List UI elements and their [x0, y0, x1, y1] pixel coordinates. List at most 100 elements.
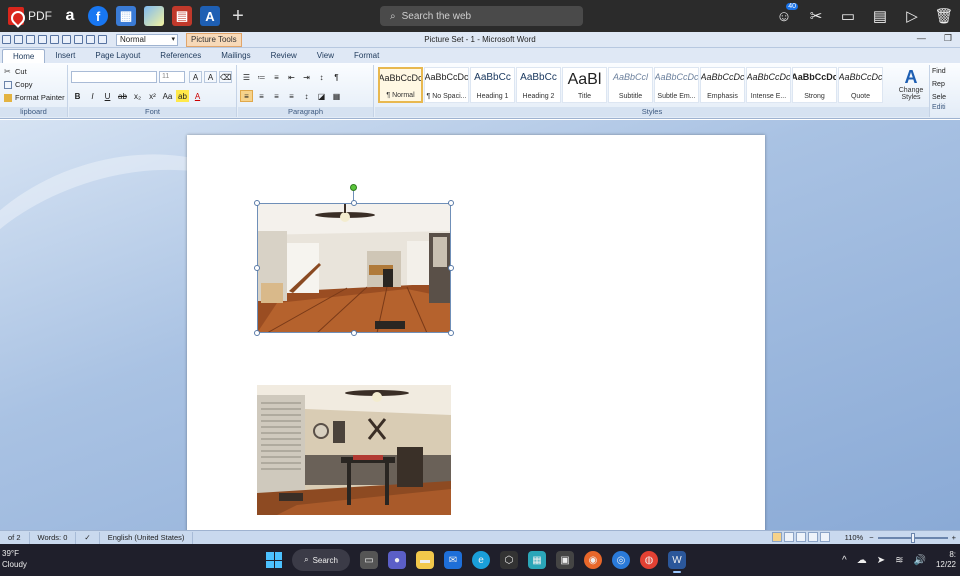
font-color-button[interactable]: A [191, 90, 204, 102]
save-icon[interactable] [2, 35, 11, 44]
edge-icon[interactable]: e [472, 551, 490, 569]
resize-handle-top[interactable] [351, 200, 357, 206]
page-count[interactable]: of 2 [0, 531, 30, 544]
italic-button[interactable]: I [86, 90, 99, 102]
task-view-icon[interactable]: ▭ [360, 551, 378, 569]
resize-handle-bottom[interactable] [351, 330, 357, 336]
tab-references[interactable]: References [150, 49, 211, 63]
style-tile[interactable]: AaBbCc Heading 1 [470, 67, 515, 103]
resize-handle-left[interactable] [254, 265, 260, 271]
new-icon[interactable] [62, 35, 71, 44]
mail-icon[interactable]: ✉ [444, 551, 462, 569]
quick-style-combo[interactable]: Normal [116, 33, 178, 46]
window-app-icon[interactable] [144, 6, 164, 26]
subscript-button[interactable]: x₂ [131, 90, 144, 102]
restore-icon[interactable]: ❐ [944, 33, 952, 44]
multilevel-list-button[interactable]: ≡ [270, 71, 283, 83]
document-page[interactable] [187, 135, 765, 530]
clear-formatting-button[interactable]: ⌫ [219, 71, 232, 83]
style-tile[interactable]: AaBbCcDc ¶ No Spaci... [424, 67, 469, 103]
a-app-icon[interactable]: A [200, 6, 220, 26]
print-layout-view-icon[interactable] [772, 532, 782, 542]
living-room-photo[interactable] [257, 203, 451, 333]
tab-page-layout[interactable]: Page Layout [85, 49, 150, 63]
clock[interactable]: 8: 12/22 [936, 550, 956, 570]
font-name-combo[interactable] [71, 71, 157, 83]
camera-app-icon[interactable]: ◎ [612, 551, 630, 569]
change-case-button[interactable]: Aa [161, 90, 174, 102]
style-tile[interactable]: AaBl Title [562, 67, 607, 103]
change-styles-button[interactable]: A Change Styles [893, 67, 929, 107]
open-icon[interactable] [50, 35, 59, 44]
resize-handle-top-right[interactable] [448, 200, 454, 206]
sort-button[interactable]: ↕ [315, 71, 328, 83]
style-tile[interactable]: AaBbCcDc Intense E... [746, 67, 791, 103]
zoom-slider[interactable] [877, 533, 948, 543]
file-explorer-icon[interactable]: ▬ [416, 551, 434, 569]
zoom-level[interactable]: 110% [843, 532, 866, 544]
style-tile[interactable]: AaBbCcDc Subtle Em... [654, 67, 699, 103]
decrease-indent-button[interactable]: ⇤ [285, 71, 298, 83]
align-left-button[interactable]: ≡ [240, 90, 253, 102]
store-bag-icon[interactable]: ▣ [556, 551, 574, 569]
picture-tools-tab[interactable]: Picture Tools [186, 32, 242, 47]
web-search-input[interactable]: ⌕ Search the web [380, 6, 583, 26]
style-tile[interactable]: AaBbCcDc Emphasis [700, 67, 745, 103]
replace-button[interactable]: Rep [932, 78, 960, 91]
show-marks-button[interactable]: ¶ [330, 71, 343, 83]
tab-home[interactable]: Home [2, 49, 46, 63]
media-app-icon[interactable]: ▤ [172, 6, 192, 26]
word-taskbar-icon[interactable]: W [668, 551, 686, 573]
highlight-button[interactable]: ab [176, 90, 189, 102]
amazon-icon[interactable]: a [60, 6, 80, 26]
style-tile[interactable]: AaBbCcDc Strong [792, 67, 837, 103]
weather-widget[interactable]: 39°F Cloudy [2, 548, 27, 570]
zoom-slider-thumb[interactable] [911, 533, 916, 543]
play-icon[interactable]: ▷ [902, 6, 922, 26]
word-count[interactable]: Words: 0 [30, 531, 77, 544]
font-size-combo[interactable]: 11 [159, 71, 185, 83]
calculator-icon[interactable]: ▦ [116, 6, 136, 26]
style-tile[interactable]: AaBbCcl Subtitle [608, 67, 653, 103]
style-tile[interactable]: AaBbCcDc Quote [838, 67, 883, 103]
print-icon[interactable] [38, 35, 47, 44]
strikethrough-button[interactable]: ab [116, 90, 129, 102]
shrink-font-button[interactable]: A [204, 71, 217, 83]
web-layout-view-icon[interactable] [796, 532, 806, 542]
draft-view-icon[interactable] [820, 532, 830, 542]
undo-icon[interactable] [14, 35, 23, 44]
underline-button[interactable]: U [101, 90, 114, 102]
numbering-button[interactable]: ≔ [255, 71, 268, 83]
align-center-button[interactable]: ≡ [255, 90, 268, 102]
cube-app-icon[interactable]: ⬡ [500, 551, 518, 569]
tab-review[interactable]: Review [261, 49, 307, 63]
notifications-icon[interactable]: ☺ 40 [774, 3, 798, 26]
store-grid-icon[interactable]: ▦ [528, 551, 546, 569]
outline-view-icon[interactable] [808, 532, 818, 542]
full-screen-view-icon[interactable] [784, 532, 794, 542]
shading-button[interactable]: ◪ [315, 90, 328, 102]
increase-indent-button[interactable]: ⇥ [300, 71, 313, 83]
add-shortcut-icon[interactable]: + [228, 5, 248, 27]
line-spacing-button[interactable]: ↕ [300, 90, 313, 102]
proofing-icon[interactable]: ✓ [76, 531, 100, 544]
resize-handle-bottom-left[interactable] [254, 330, 260, 336]
style-tile[interactable]: AaBbCc Heading 2 [516, 67, 561, 103]
tab-insert[interactable]: Insert [45, 49, 85, 63]
video-camera-icon[interactable]: ▭ [838, 6, 858, 26]
facebook-icon[interactable]: f [88, 6, 108, 26]
email-icon[interactable] [74, 35, 83, 44]
zoom-in-icon[interactable]: + [952, 532, 956, 544]
minimize-icon[interactable]: — [917, 33, 926, 44]
copy-button[interactable]: Copy [0, 78, 67, 91]
scissors-icon[interactable]: ✂ [806, 6, 826, 26]
dining-room-photo[interactable] [257, 385, 451, 515]
tab-view[interactable]: View [307, 49, 344, 63]
select-button[interactable]: Sele [932, 91, 960, 104]
wifi-icon[interactable]: ≋ [895, 555, 903, 566]
borders-button[interactable]: ▦ [330, 90, 343, 102]
resize-handle-bottom-right[interactable] [448, 330, 454, 336]
chrome-icon[interactable]: ◍ [640, 551, 658, 569]
tab-format[interactable]: Format [344, 49, 389, 63]
find-button[interactable]: Find [932, 65, 960, 78]
